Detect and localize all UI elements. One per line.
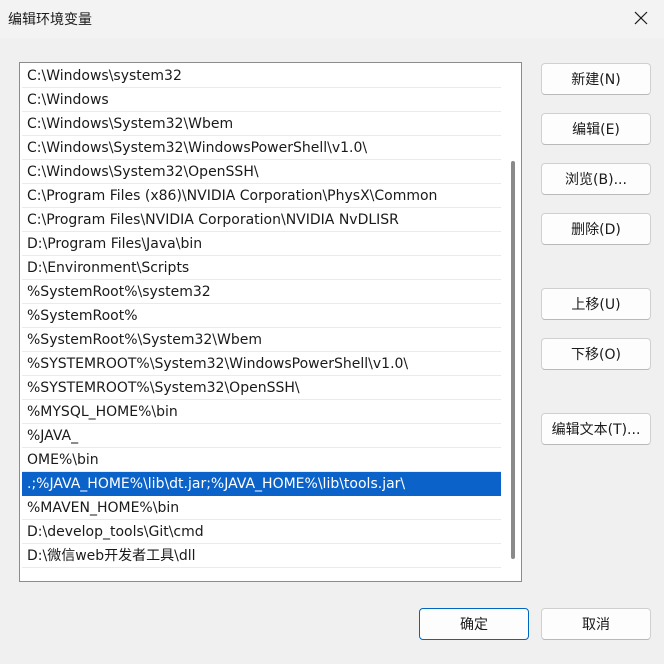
- list-item[interactable]: .;%JAVA_HOME%\lib\dt.jar;%JAVA_HOME%\lib…: [22, 472, 501, 496]
- list-item[interactable]: C:\Windows\System32\OpenSSH\: [22, 160, 501, 184]
- list-item[interactable]: C:\Program Files (x86)\NVIDIA Corporatio…: [22, 184, 501, 208]
- title-bar: 编辑环境变量: [0, 0, 664, 38]
- close-icon: [634, 11, 648, 25]
- list-item[interactable]: C:\Program Files\NVIDIA Corporation\NVID…: [22, 208, 501, 232]
- close-button[interactable]: [618, 0, 664, 36]
- edit-button[interactable]: 编辑(E): [541, 113, 651, 145]
- list-item[interactable]: C:\Windows\System32\Wbem: [22, 112, 501, 136]
- list-item[interactable]: D:\develop_tools\Git\cmd: [22, 520, 501, 544]
- list-item[interactable]: D:\Environment\Scripts: [22, 256, 501, 280]
- ok-button[interactable]: 确定: [419, 608, 529, 640]
- list-item[interactable]: %SystemRoot%\System32\Wbem: [22, 328, 501, 352]
- scrollbar-thumb[interactable]: [511, 161, 515, 559]
- list-item[interactable]: %SYSTEMROOT%\System32\WindowsPowerShell\…: [22, 352, 501, 376]
- list-item[interactable]: %SystemRoot%\system32: [22, 280, 501, 304]
- window-title: 编辑环境变量: [8, 12, 92, 28]
- list-item[interactable]: %MYSQL_HOME%\bin: [22, 400, 501, 424]
- list-item[interactable]: C:\Windows\System32\WindowsPowerShell\v1…: [22, 136, 501, 160]
- list-item[interactable]: D:\微信web开发者工具\dll: [22, 544, 501, 568]
- list-item[interactable]: %JAVA_: [22, 424, 501, 448]
- path-list[interactable]: C:\Windows\system32 C:\Windows C:\Windows\…: [19, 62, 522, 582]
- cancel-button[interactable]: 取消: [541, 608, 651, 640]
- list-item[interactable]: %SystemRoot%: [22, 304, 501, 328]
- list-item[interactable]: OME%\bin: [22, 448, 501, 472]
- move-up-button[interactable]: 上移(U): [541, 288, 651, 320]
- delete-button[interactable]: 删除(D): [541, 213, 651, 245]
- vertical-scrollbar[interactable]: [504, 63, 521, 581]
- list-item[interactable]: %MAVEN_HOME%\bin: [22, 496, 501, 520]
- move-down-button[interactable]: 下移(O): [541, 338, 651, 370]
- list-item[interactable]: C:\Windows: [22, 88, 501, 112]
- edit-text-button[interactable]: 编辑文本(T)...: [541, 413, 651, 445]
- new-button[interactable]: 新建(N): [541, 63, 651, 95]
- list-item[interactable]: D:\Program Files\Java\bin: [22, 232, 501, 256]
- browse-button[interactable]: 浏览(B)...: [541, 163, 651, 195]
- list-item[interactable]: C:\Windows\system32: [22, 64, 501, 88]
- list-item[interactable]: %SYSTEMROOT%\System32\OpenSSH\: [22, 376, 501, 400]
